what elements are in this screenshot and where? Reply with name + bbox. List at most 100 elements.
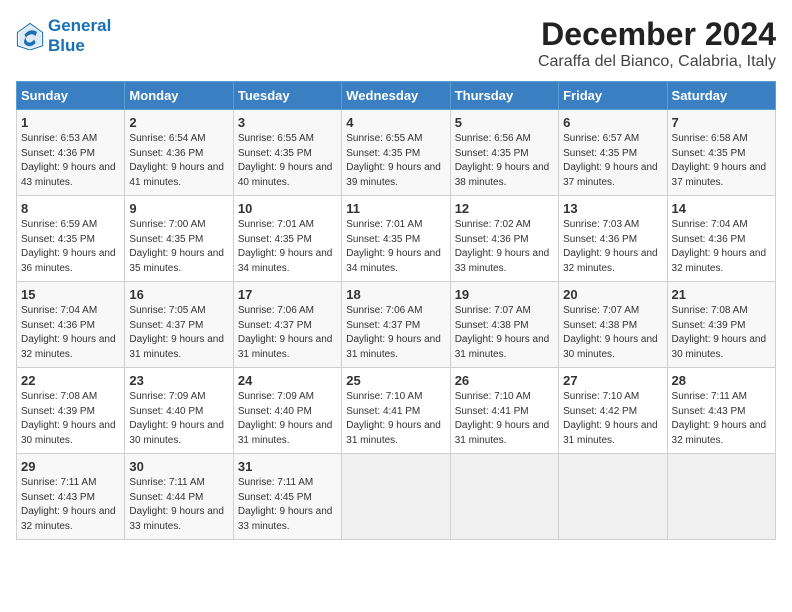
calendar-cell [342,454,450,540]
cell-content: Sunrise: 7:08 AMSunset: 4:39 PMDaylight:… [672,304,771,362]
calendar-cell: 23 Sunrise: 7:09 AMSunset: 4:40 PMDayligh… [125,368,233,454]
calendar-cell: 29 Sunrise: 7:11 AMSunset: 4:43 PMDayligh… [17,454,125,540]
week-row-2: 8 Sunrise: 6:59 AMSunset: 4:35 PMDaylight… [17,196,776,282]
day-header-thursday: Thursday [450,82,558,110]
calendar-cell [667,454,775,540]
day-number: 3 [238,115,337,130]
day-number: 22 [21,373,120,388]
day-number: 27 [563,373,662,388]
day-number: 17 [238,287,337,302]
week-row-3: 15 Sunrise: 7:04 AMSunset: 4:36 PMDayligh… [17,282,776,368]
title-area: December 2024 Caraffa del Bianco, Calabr… [538,16,776,71]
calendar-cell: 15 Sunrise: 7:04 AMSunset: 4:36 PMDayligh… [17,282,125,368]
calendar-cell: 28 Sunrise: 7:11 AMSunset: 4:43 PMDayligh… [667,368,775,454]
week-row-4: 22Sunrise: 7:08 AMSunset: 4:39 PMDayligh… [17,368,776,454]
cell-content: Sunrise: 7:03 AMSunset: 4:36 PMDaylight:… [563,218,662,276]
calendar-cell: 11 Sunrise: 7:01 AMSunset: 4:35 PMDayligh… [342,196,450,282]
day-number: 18 [346,287,445,302]
cell-content: Sunrise: 7:10 AMSunset: 4:41 PMDaylight:… [455,390,554,448]
calendar-cell: 17 Sunrise: 7:06 AMSunset: 4:37 PMDayligh… [233,282,341,368]
day-number: 7 [672,115,771,130]
day-number: 8 [21,201,120,216]
logo-text: General Blue [48,16,111,55]
day-number: 23 [129,373,228,388]
calendar-cell [450,454,558,540]
calendar-cell: 4Sunrise: 6:55 AMSunset: 4:35 PMDaylight… [342,110,450,196]
cell-content: Sunrise: 6:57 AMSunset: 4:35 PMDaylight:… [563,132,662,190]
calendar-cell: 12 Sunrise: 7:02 AMSunset: 4:36 PMDayligh… [450,196,558,282]
week-row-1: 1 Sunrise: 6:53 AMSunset: 4:36 PMDaylight… [17,110,776,196]
cell-content: Sunrise: 7:00 AMSunset: 4:35 PMDaylight:… [129,218,228,276]
calendar-cell: 10Sunrise: 7:01 AMSunset: 4:35 PMDayligh… [233,196,341,282]
day-number: 26 [455,373,554,388]
calendar-cell: 2 Sunrise: 6:54 AMSunset: 4:36 PMDaylight… [125,110,233,196]
calendar-cell: 20 Sunrise: 7:07 AMSunset: 4:38 PMDayligh… [559,282,667,368]
calendar-cell: 26 Sunrise: 7:10 AMSunset: 4:41 PMDayligh… [450,368,558,454]
cell-content: Sunrise: 7:04 AMSunset: 4:36 PMDaylight:… [672,218,771,276]
cell-content: Sunrise: 7:09 AMSunset: 4:40 PMDaylight:… [238,390,337,448]
day-number: 19 [455,287,554,302]
cell-content: Sunrise: 7:01 AMSunset: 4:35 PMDaylight:… [238,218,337,276]
calendar-title: December 2024 [538,16,776,53]
cell-content: Sunrise: 6:59 AMSunset: 4:35 PMDaylight:… [21,218,120,276]
day-number: 16 [129,287,228,302]
calendar-cell: 31 Sunrise: 7:11 AMSunset: 4:45 PMDayligh… [233,454,341,540]
calendar-cell: 19 Sunrise: 7:07 AMSunset: 4:38 PMDayligh… [450,282,558,368]
day-number: 4 [346,115,445,130]
week-row-5: 29 Sunrise: 7:11 AMSunset: 4:43 PMDayligh… [17,454,776,540]
calendar-cell: 18 Sunrise: 7:06 AMSunset: 4:37 PMDayligh… [342,282,450,368]
cell-content: Sunrise: 7:11 AMSunset: 4:43 PMDaylight:… [21,476,120,534]
cell-content: Sunrise: 7:11 AMSunset: 4:44 PMDaylight:… [129,476,228,534]
day-number: 9 [129,201,228,216]
cell-content: Sunrise: 7:05 AMSunset: 4:37 PMDaylight:… [129,304,228,362]
day-number: 21 [672,287,771,302]
calendar-cell: 27Sunrise: 7:10 AMSunset: 4:42 PMDayligh… [559,368,667,454]
cell-content: Sunrise: 7:07 AMSunset: 4:38 PMDaylight:… [563,304,662,362]
calendar-cell: 21 Sunrise: 7:08 AMSunset: 4:39 PMDayligh… [667,282,775,368]
cell-content: Sunrise: 7:02 AMSunset: 4:36 PMDaylight:… [455,218,554,276]
calendar-cell: 22Sunrise: 7:08 AMSunset: 4:39 PMDayligh… [17,368,125,454]
day-number: 20 [563,287,662,302]
day-header-friday: Friday [559,82,667,110]
cell-content: Sunrise: 7:09 AMSunset: 4:40 PMDaylight:… [129,390,228,448]
calendar-cell: 16 Sunrise: 7:05 AMSunset: 4:37 PMDayligh… [125,282,233,368]
day-number: 28 [672,373,771,388]
cell-content: Sunrise: 7:07 AMSunset: 4:38 PMDaylight:… [455,304,554,362]
cell-content: Sunrise: 7:04 AMSunset: 4:36 PMDaylight:… [21,304,120,362]
calendar-table: SundayMondayTuesdayWednesdayThursdayFrid… [16,81,776,540]
cell-content: Sunrise: 6:53 AMSunset: 4:36 PMDaylight:… [21,132,120,190]
cell-content: Sunrise: 7:11 AMSunset: 4:43 PMDaylight:… [672,390,771,448]
day-number: 6 [563,115,662,130]
cell-content: Sunrise: 7:06 AMSunset: 4:37 PMDaylight:… [238,304,337,362]
day-number: 30 [129,459,228,474]
cell-content: Sunrise: 7:06 AMSunset: 4:37 PMDaylight:… [346,304,445,362]
day-number: 14 [672,201,771,216]
cell-content: Sunrise: 6:54 AMSunset: 4:36 PMDaylight:… [129,132,228,190]
day-number: 5 [455,115,554,130]
day-number: 24 [238,373,337,388]
calendar-cell: 1 Sunrise: 6:53 AMSunset: 4:36 PMDaylight… [17,110,125,196]
calendar-cell: 13Sunrise: 7:03 AMSunset: 4:36 PMDayligh… [559,196,667,282]
day-number: 25 [346,373,445,388]
day-header-sunday: Sunday [17,82,125,110]
calendar-subtitle: Caraffa del Bianco, Calabria, Italy [538,53,776,71]
day-header-tuesday: Tuesday [233,82,341,110]
calendar-cell: 25 Sunrise: 7:10 AMSunset: 4:41 PMDayligh… [342,368,450,454]
day-number: 2 [129,115,228,130]
cell-content: Sunrise: 7:01 AMSunset: 4:35 PMDaylight:… [346,218,445,276]
calendar-cell: 14 Sunrise: 7:04 AMSunset: 4:36 PMDayligh… [667,196,775,282]
day-number: 15 [21,287,120,302]
day-header-wednesday: Wednesday [342,82,450,110]
cell-content: Sunrise: 7:10 AMSunset: 4:41 PMDaylight:… [346,390,445,448]
day-number: 29 [21,459,120,474]
calendar-cell [559,454,667,540]
cell-content: Sunrise: 7:11 AMSunset: 4:45 PMDaylight:… [238,476,337,534]
day-header-saturday: Saturday [667,82,775,110]
cell-content: Sunrise: 6:58 AMSunset: 4:35 PMDaylight:… [672,132,771,190]
day-number: 11 [346,201,445,216]
day-number: 31 [238,459,337,474]
day-number: 1 [21,115,120,130]
calendar-cell: 5Sunrise: 6:56 AMSunset: 4:35 PMDaylight… [450,110,558,196]
calendar-cell: 6 Sunrise: 6:57 AMSunset: 4:35 PMDaylight… [559,110,667,196]
day-number: 12 [455,201,554,216]
